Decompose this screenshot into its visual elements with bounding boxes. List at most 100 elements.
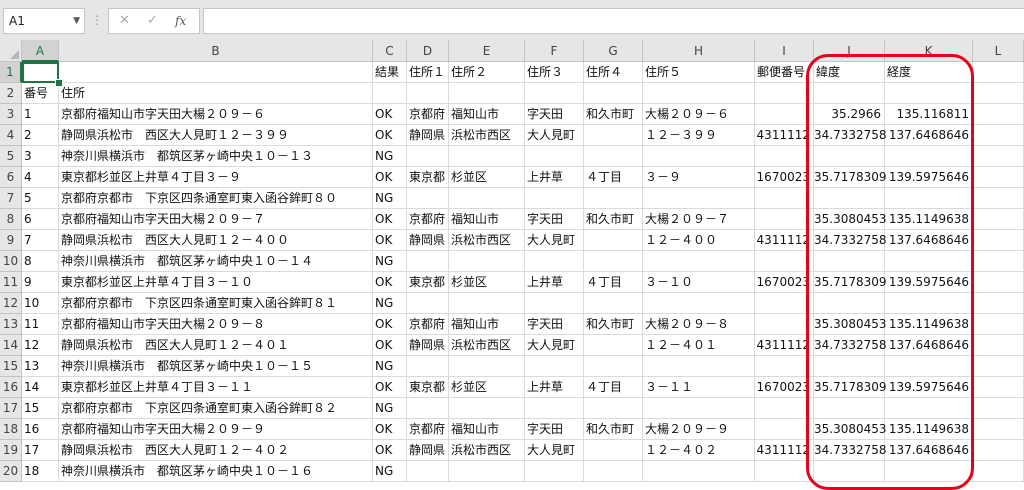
column-header-h[interactable]: H (643, 40, 755, 62)
cell-f3[interactable]: 字天田 (525, 104, 584, 125)
cell-h15[interactable] (643, 356, 755, 377)
cell-g8[interactable]: 和久市町 (584, 209, 643, 230)
cell-g18[interactable]: 和久市町 (584, 419, 643, 440)
cell-b16[interactable]: 東京都杉並区上井草４丁目３－１１ (59, 377, 373, 398)
cell-e8[interactable]: 福知山市 (449, 209, 525, 230)
cell-f20[interactable] (525, 461, 584, 482)
cell-h2[interactable] (643, 83, 755, 104)
column-header-l[interactable]: L (973, 40, 1024, 62)
cell-b18[interactable]: 京都府福知山市字天田大楊２０９－９ (59, 419, 373, 440)
cell-f2[interactable] (525, 83, 584, 104)
cell-f15[interactable] (525, 356, 584, 377)
cell-b5[interactable]: 神奈川県横浜市 都筑区茅ヶ崎中央１０－１３ (59, 146, 373, 167)
cell-d18[interactable]: 京都府 (407, 419, 449, 440)
cell-d17[interactable] (407, 398, 449, 419)
cell-e4[interactable]: 浜松市西区 (449, 125, 525, 146)
cell-k4[interactable]: 137.6468646 (885, 125, 973, 146)
cell-j2[interactable] (814, 83, 885, 104)
cell-j10[interactable] (814, 251, 885, 272)
cell-l20[interactable] (973, 461, 1024, 482)
cell-e12[interactable] (449, 293, 525, 314)
cell-c11[interactable]: OK (373, 272, 407, 293)
cell-a19[interactable]: 17 (22, 440, 59, 461)
row-header-7[interactable]: 7 (0, 188, 22, 209)
cell-a9[interactable]: 7 (22, 230, 59, 251)
cell-f11[interactable]: 上井草 (525, 272, 584, 293)
row-header-5[interactable]: 5 (0, 146, 22, 167)
cell-d11[interactable]: 東京都 (407, 272, 449, 293)
cell-a8[interactable]: 6 (22, 209, 59, 230)
cell-g19[interactable] (584, 440, 643, 461)
cell-i14[interactable]: 4311112 (755, 335, 814, 356)
cell-d1[interactable]: 住所１ (407, 62, 449, 83)
cell-b20[interactable]: 神奈川県横浜市 都筑区茅ヶ崎中央１０－１６ (59, 461, 373, 482)
cell-a3[interactable]: 1 (22, 104, 59, 125)
cell-l12[interactable] (973, 293, 1024, 314)
column-header-f[interactable]: F (525, 40, 584, 62)
cell-b8[interactable]: 京都府福知山市字天田大楊２０９－７ (59, 209, 373, 230)
check-icon[interactable]: ✓ (147, 9, 158, 33)
cell-k15[interactable] (885, 356, 973, 377)
cell-c6[interactable]: OK (373, 167, 407, 188)
cell-d10[interactable] (407, 251, 449, 272)
cell-c15[interactable]: NG (373, 356, 407, 377)
formula-input[interactable] (203, 8, 1024, 34)
cell-h19[interactable]: １２－４０２ (643, 440, 755, 461)
cell-i9[interactable]: 4311112 (755, 230, 814, 251)
cell-g9[interactable] (584, 230, 643, 251)
cell-d4[interactable]: 静岡県 (407, 125, 449, 146)
cell-c8[interactable]: OK (373, 209, 407, 230)
cell-c18[interactable]: OK (373, 419, 407, 440)
close-icon[interactable]: ✕ (119, 9, 130, 33)
cell-h3[interactable]: 大楊２０９－６ (643, 104, 755, 125)
cell-k3[interactable]: 135.116811 (885, 104, 973, 125)
row-header-3[interactable]: 3 (0, 104, 22, 125)
cell-i19[interactable]: 4311112 (755, 440, 814, 461)
cell-f4[interactable]: 大人見町 (525, 125, 584, 146)
cell-h13[interactable]: 大楊２０９－８ (643, 314, 755, 335)
cell-a12[interactable]: 10 (22, 293, 59, 314)
row-header-8[interactable]: 8 (0, 209, 22, 230)
cell-h20[interactable] (643, 461, 755, 482)
cell-a7[interactable]: 5 (22, 188, 59, 209)
cell-f7[interactable] (525, 188, 584, 209)
cell-l4[interactable] (973, 125, 1024, 146)
cell-b11[interactable]: 東京都杉並区上井草４丁目３－１０ (59, 272, 373, 293)
cell-k20[interactable] (885, 461, 973, 482)
cell-e3[interactable]: 福知山市 (449, 104, 525, 125)
cell-j7[interactable] (814, 188, 885, 209)
row-header-19[interactable]: 19 (0, 440, 22, 461)
cell-l8[interactable] (973, 209, 1024, 230)
cell-f6[interactable]: 上井草 (525, 167, 584, 188)
row-header-12[interactable]: 12 (0, 293, 22, 314)
cell-i10[interactable] (755, 251, 814, 272)
column-header-e[interactable]: E (449, 40, 525, 62)
cell-e10[interactable] (449, 251, 525, 272)
fill-handle[interactable] (55, 79, 63, 87)
cell-l2[interactable] (973, 83, 1024, 104)
row-header-4[interactable]: 4 (0, 125, 22, 146)
cell-c7[interactable]: NG (373, 188, 407, 209)
cell-c19[interactable]: OK (373, 440, 407, 461)
cell-j4[interactable]: 34.7332758 (814, 125, 887, 146)
cell-g11[interactable]: ４丁目 (584, 272, 643, 293)
cell-f1[interactable]: 住所３ (525, 62, 584, 83)
cell-f14[interactable]: 大人見町 (525, 335, 584, 356)
cell-j15[interactable] (814, 356, 885, 377)
cell-h5[interactable] (643, 146, 755, 167)
cell-i2[interactable] (755, 83, 814, 104)
function-icon[interactable]: fx (175, 9, 186, 33)
cell-h1[interactable]: 住所５ (643, 62, 755, 83)
row-header-14[interactable]: 14 (0, 335, 22, 356)
cell-i1[interactable]: 郵便番号 (755, 62, 814, 83)
row-header-18[interactable]: 18 (0, 419, 22, 440)
cell-k9[interactable]: 137.6468646 (885, 230, 973, 251)
cell-g10[interactable] (584, 251, 643, 272)
cell-i15[interactable] (755, 356, 814, 377)
cell-l1[interactable] (973, 62, 1024, 83)
cell-l19[interactable] (973, 440, 1024, 461)
row-header-11[interactable]: 11 (0, 272, 22, 293)
cell-b6[interactable]: 東京都杉並区上井草４丁目３－９ (59, 167, 373, 188)
column-header-k[interactable]: K (885, 40, 973, 62)
cell-k18[interactable]: 135.1149638 (885, 419, 973, 440)
